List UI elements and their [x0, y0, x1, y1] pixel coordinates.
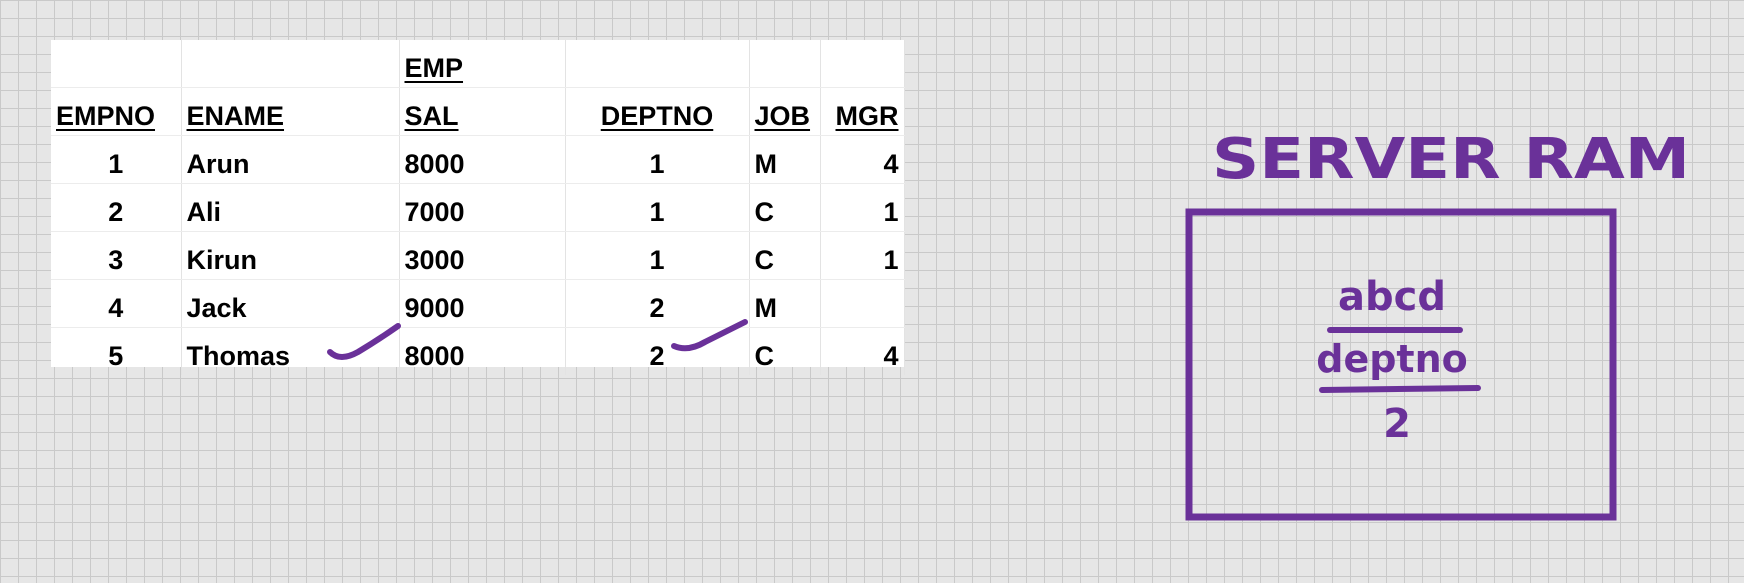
value-abcd: abcd [1338, 274, 1446, 320]
server-ram-label: SERVER RAM [1212, 127, 1690, 192]
value-2: 2 [1383, 401, 1411, 447]
checkmark-icon [671, 319, 748, 352]
ink-annotations: SERVER RAM abcd deptno 2 [327, 127, 1690, 521]
divider [1319, 385, 1481, 393]
checkmark-icon [327, 323, 401, 360]
value-deptno: deptno [1316, 337, 1468, 381]
